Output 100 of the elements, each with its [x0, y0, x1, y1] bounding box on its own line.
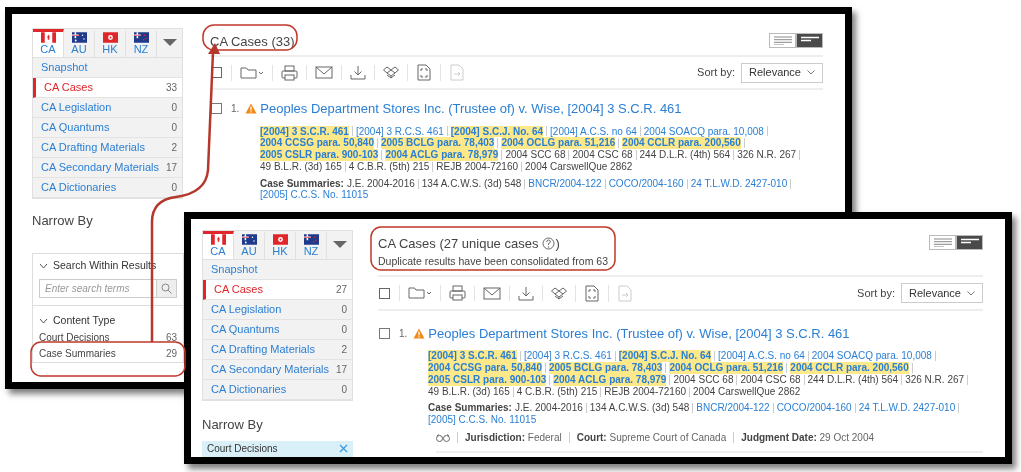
citation-link[interactable]: 2004 OCLG para. 51,216	[669, 362, 784, 374]
nav-item[interactable]: CA Drafting Materials 2	[33, 138, 182, 158]
facet-item[interactable]: Court Decisions 63	[33, 329, 183, 346]
citation-link[interactable]: [2005] C.C.S. No. 11015	[428, 414, 537, 427]
stacked-boxes-icon[interactable]	[551, 285, 567, 301]
citation-link[interactable]: 24 T.L.W.D. 2427-010	[690, 177, 788, 190]
filter-section-title[interactable]: Content Type	[53, 312, 116, 329]
chevron-down-icon[interactable]	[39, 317, 48, 324]
citation-link[interactable]: [2004] A.C.S. no 64	[718, 350, 805, 363]
citation-text: 326 N.R. 267	[905, 373, 965, 386]
citation-link[interactable]: [2004] 3 S.C.R. 461	[260, 125, 349, 138]
nav-item[interactable]: CA Legislation 0	[33, 98, 182, 118]
nav-item[interactable]: CA Legislation 0	[203, 300, 352, 320]
new-zealand-flag-icon	[133, 32, 149, 43]
result-count: 0	[171, 101, 177, 115]
citation-text: 2004 SCC 68	[505, 149, 566, 161]
citation-link[interactable]: [2004] A.C.S. no 64	[550, 125, 637, 138]
citation-text: REJB 2004-72160	[436, 160, 519, 173]
citation-link[interactable]: 2005 CSLR para. 900-103	[260, 149, 379, 161]
view-toggle-button[interactable]	[769, 33, 796, 48]
citation-link[interactable]: 24 T.L.W.D. 2427-010	[858, 402, 956, 415]
result-count: 27	[335, 283, 347, 297]
facet-item[interactable]: Case Summaries 29	[33, 345, 183, 362]
citation-text: 2004 SCC 68	[673, 373, 734, 386]
citation-text: 2004 CSC 68	[572, 149, 633, 161]
metadata-field: Judgment Date: 29 Oct 2004	[741, 430, 875, 446]
citation-link[interactable]: 2004 SOACQ para. 10,008	[811, 350, 932, 363]
citation-link[interactable]: 2004 CCSG para. 50,840	[260, 137, 374, 150]
checkbox[interactable]	[210, 102, 223, 116]
citation-text: J.E. 2004-2016	[346, 177, 415, 190]
region-tab[interactable]: AU	[234, 231, 265, 259]
glasses-icon[interactable]	[436, 433, 450, 442]
citation-text: 244 D.L.R. (4th) 564	[639, 149, 731, 161]
region-tab[interactable]: HK	[95, 29, 126, 57]
sort-dropdown[interactable]: Relevance	[741, 62, 823, 83]
citation-link[interactable]: 2004 SOACQ para. 10,008	[643, 125, 764, 138]
stacked-boxes-icon[interactable]	[383, 65, 399, 80]
region-tab[interactable]: NZ	[126, 29, 157, 57]
citation-link[interactable]: [2005] C.C.S. No. 11015	[260, 189, 369, 202]
citation-link[interactable]: [2004] 3 S.C.R. 461	[428, 350, 517, 363]
nav-item[interactable]: CA Quantums 0	[203, 320, 352, 340]
folder-icon[interactable]	[240, 64, 264, 81]
region-tab[interactable]: CA	[203, 231, 234, 259]
new-zealand-flag-icon	[303, 234, 319, 245]
sort-dropdown[interactable]: Relevance	[901, 283, 983, 304]
citation-link[interactable]: [2004] 3 R.C.S. 461	[523, 350, 612, 363]
nav-item[interactable]: CA Dictionaries 0	[33, 178, 182, 198]
citation-link[interactable]: COCO/2004-160	[776, 402, 852, 415]
citation-link[interactable]: [2004] 3 R.C.S. 461	[355, 125, 444, 138]
citation-link[interactable]: BNCR/2004-122	[528, 177, 602, 190]
citation-link[interactable]: [2004] S.C.J. No. 64	[618, 350, 712, 363]
search-field[interactable]: Enter search terms	[39, 278, 157, 298]
citation-link[interactable]: 2004 OCLG para. 51,216	[501, 137, 616, 150]
email-icon[interactable]	[483, 285, 501, 301]
citation-link[interactable]: BNCR/2004-122	[696, 402, 770, 415]
nav-item[interactable]: CA Secondary Materials 17	[203, 360, 352, 380]
download-icon[interactable]	[350, 65, 366, 80]
checkbox[interactable]	[378, 286, 391, 300]
nav-item[interactable]: CA Cases 27	[203, 280, 352, 300]
document-frame-icon[interactable]	[584, 284, 600, 302]
section-heading: Narrow By	[32, 212, 94, 230]
results-title: CA Cases (27 unique cases	[378, 236, 539, 251]
view-toggle-button[interactable]	[956, 235, 983, 250]
search-button[interactable]	[157, 278, 177, 298]
nav-item[interactable]: CA Quantums 0	[33, 118, 182, 138]
region-tab[interactable]: NZ	[296, 231, 327, 259]
case-title-link[interactable]: Peoples Department Stores Inc. (Trustee of) v. Wise, [2004] 3 S.C.R. 461	[428, 323, 850, 344]
print-icon[interactable]	[449, 285, 466, 302]
citation-link[interactable]: [2004] S.C.J. No. 64	[450, 125, 544, 138]
download-icon[interactable]	[518, 285, 534, 301]
nav-item[interactable]: CA Cases 33	[33, 78, 182, 98]
folder-icon[interactable]	[408, 285, 432, 302]
document-frame-icon[interactable]	[416, 64, 432, 81]
region-tab[interactable]: AU	[64, 29, 95, 57]
australia-flag-icon	[71, 32, 87, 43]
citation-text: 244 D.L.R. (4th) 564	[807, 373, 899, 386]
nav-item[interactable]: CA Dictionaries 0	[203, 380, 352, 400]
help-icon[interactable]	[542, 237, 556, 250]
citation-text: 326 N.R. 267	[737, 149, 797, 161]
close-icon[interactable]	[339, 444, 348, 454]
citation-link[interactable]: COCO/2004-160	[608, 177, 684, 190]
checkbox[interactable]	[210, 66, 223, 79]
nav-item[interactable]: CA Drafting Materials 2	[203, 340, 352, 360]
nav-item[interactable]: CA Secondary Materials 17	[33, 158, 182, 178]
print-icon[interactable]	[281, 64, 298, 81]
view-toggle-button[interactable]	[796, 33, 823, 48]
email-icon[interactable]	[315, 65, 333, 80]
citation-text: 134 A.C.W.S. (3d) 548	[421, 177, 522, 190]
region-tab[interactable]: HK	[265, 231, 296, 259]
citation-link[interactable]: 2005 BCLG para. 78,403	[380, 137, 495, 150]
chevron-down-icon[interactable]	[39, 262, 48, 269]
citation-link[interactable]: 2004 CCLR para. 200,560	[622, 137, 741, 150]
citation-link[interactable]: 2005 BCLG para. 78,403	[548, 362, 663, 374]
checkbox[interactable]	[378, 327, 391, 340]
view-toggle-button[interactable]	[929, 235, 956, 250]
citation-link[interactable]: 2004 CCSG para. 50,840	[428, 362, 542, 374]
region-tab[interactable]: CA	[33, 29, 64, 57]
case-title-link[interactable]: Peoples Department Stores Inc. (Trustee of) v. Wise, [2004] 3 S.C.R. 461	[260, 99, 682, 119]
citation-link[interactable]: 2004 ACLG para. 78,979	[385, 149, 499, 161]
citation-link[interactable]: 2004 CCLR para. 200,560	[790, 362, 909, 374]
